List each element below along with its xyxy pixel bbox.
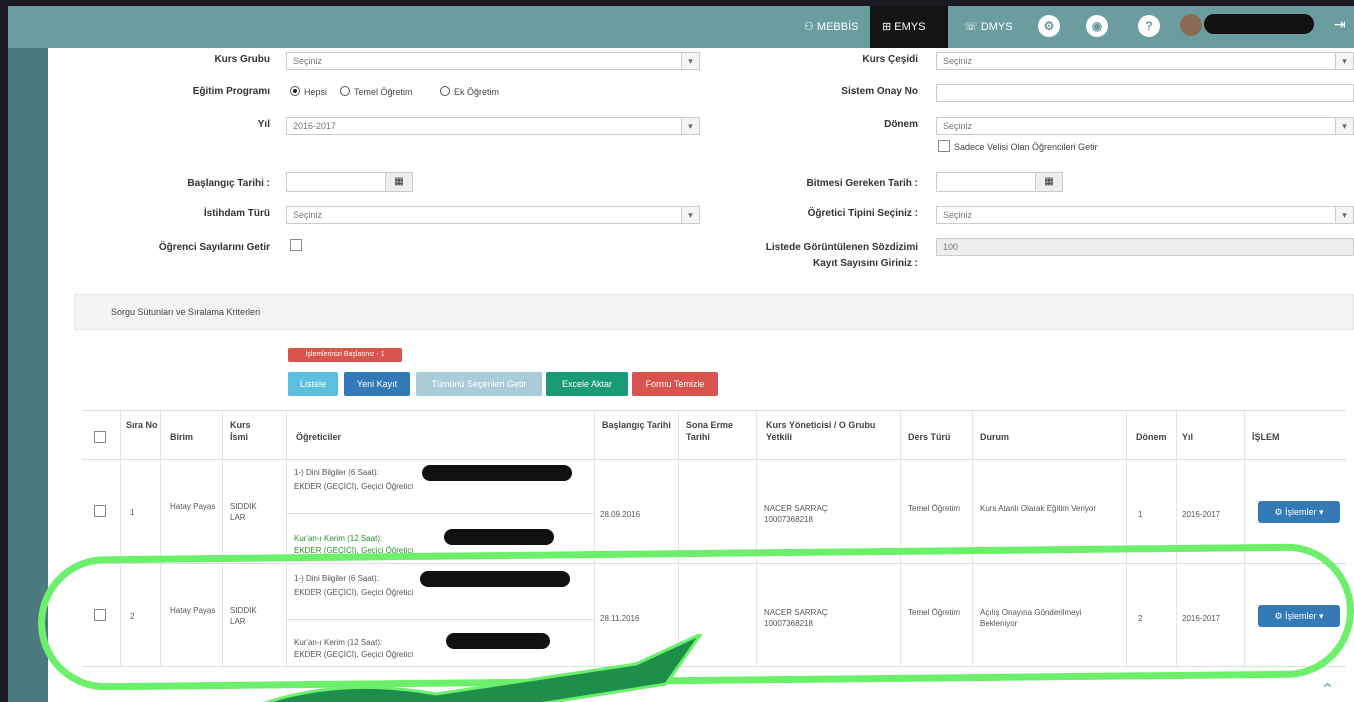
chevron-down-icon: ▾ — [681, 207, 699, 223]
listede-label-2: Kayıt Sayısını Giriniz : — [812, 258, 918, 269]
ogretici-tipi-label: Öğretici Tipini Seçiniz : — [807, 208, 918, 219]
sistem-onay-input[interactable] — [936, 84, 1354, 102]
sadece-veli-label: Sadece Velisi Olan Öğrencileri Getir — [954, 142, 1098, 152]
kurs-grubu-label: Kurs Grubu — [214, 54, 270, 65]
header-kurs-yoneticisi[interactable]: Kurs Yöneticisi / O Grubu Yetkili — [766, 419, 896, 443]
donem-label: Dönem — [884, 119, 918, 130]
kurs-cesidi-select[interactable]: Seçiniz ▾ — [936, 52, 1354, 70]
kurs-cesidi-label: Kurs Çeşidi — [862, 54, 918, 65]
kurs-grubu-select[interactable]: Seçiniz ▾ — [286, 52, 700, 70]
gear-icon: ⚙ — [1274, 507, 1286, 517]
egitim-programi-label: Eğitim Programı — [192, 86, 270, 97]
row-ders-turu: Temel Öğretim — [908, 504, 961, 513]
listede-label-1: Listede Görüntülenen Sözdizimi — [765, 242, 918, 253]
ogretici-tipi-select[interactable]: Seçiniz ▾ — [936, 206, 1354, 224]
header-baslangic-tarihi[interactable]: Başlangıç Tarihi — [602, 419, 672, 431]
row-yonetici: NACER SARRAÇ — [764, 504, 828, 513]
row-ogretici-1b: EKDER (GEÇİCİ), Geçici Öğretici — [294, 482, 414, 491]
row-checkbox[interactable] — [94, 505, 106, 517]
user-icon: ⚇ — [804, 21, 817, 33]
kayit-sayisi-input[interactable]: 100 — [936, 238, 1354, 256]
header-ogreticiler[interactable]: Öğreticiler — [296, 431, 341, 443]
row-baslangic: 28.09.2016 — [600, 510, 641, 519]
avatar[interactable] — [1180, 14, 1202, 36]
row-donem: 1 — [1138, 510, 1143, 519]
tab-mebbis[interactable]: ⚇ MEBBİS — [804, 6, 866, 48]
redacted-name — [422, 465, 572, 481]
istihdam-turu-label: İstihdam Türü — [203, 208, 270, 219]
radio-ek-ogretim-label: Ek Öğretim — [454, 87, 500, 97]
row-ogretici-1: 1-) Dini Bilgiler (6 Saat): — [294, 468, 379, 477]
row-yil: 2016-2017 — [1182, 510, 1221, 519]
scroll-top-icon[interactable]: ⌃ — [1320, 680, 1335, 701]
calendar-icon[interactable]: ▦ — [385, 172, 413, 192]
chevron-down-icon: ▾ — [1335, 207, 1353, 223]
select-all-checkbox[interactable] — [94, 431, 106, 443]
chevron-down-icon: ▾ — [681, 53, 699, 69]
excel-button[interactable]: Excele Aktar — [546, 372, 628, 396]
ogrenci-sayilari-label: Öğrenci Sayılarını Getir — [158, 242, 270, 253]
header-donem[interactable]: Dönem — [1136, 431, 1167, 443]
header-birim[interactable]: Birim — [170, 431, 193, 443]
bitmesi-tarihi-label: Bitmesi Gereken Tarih : — [806, 178, 918, 189]
temizle-button[interactable]: Formu Temizle — [632, 372, 718, 396]
username-redacted[interactable] — [1204, 14, 1314, 34]
redacted-name — [444, 529, 554, 545]
graduation-cap-icon: ⊞ — [882, 21, 895, 33]
sadece-veli-checkbox[interactable] — [938, 140, 950, 152]
yeni-kayit-button[interactable]: Yeni Kayıt — [344, 372, 410, 396]
tab-dmys[interactable]: ☏ DMYS — [964, 6, 1026, 48]
header-yil[interactable]: Yıl — [1182, 431, 1193, 443]
header-islem: İŞLEM — [1252, 432, 1280, 442]
notification-icon[interactable]: ◉ — [1086, 15, 1108, 37]
radio-temel-ogretim-label: Temel Öğretim — [354, 87, 413, 97]
baslangic-tarihi-label: Başlangıç Tarihi : — [187, 178, 270, 189]
radio-hepsi-label: Hepsi — [304, 87, 328, 97]
row-kurs: SIDDIK LAR — [230, 502, 257, 522]
header-sira-no[interactable]: Sıra No — [126, 419, 158, 431]
header-ders-turu[interactable]: Ders Türü — [908, 431, 951, 443]
sorgu-panel[interactable]: Sorgu Sütunları ve Sıralama Kriterleri — [74, 294, 1354, 330]
warning-badge: İşlemlerinizi Başlatınız - 1 — [288, 348, 402, 362]
header-durum[interactable]: Durum — [980, 431, 1009, 443]
ogrenci-sayilari-checkbox[interactable] — [290, 239, 302, 251]
header-kurs-ismi[interactable]: Kurs İsmi — [230, 419, 270, 443]
istihdam-turu-select[interactable]: Seçiniz ▾ — [286, 206, 700, 224]
tab-emys[interactable]: ⊞ EMYS — [870, 6, 948, 48]
row-no: 1 — [130, 508, 135, 517]
yil-select[interactable]: 2016-2017 ▾ — [286, 117, 700, 135]
tumunu-getir-button[interactable]: Tümünü Seçenleri Getir — [416, 372, 542, 396]
islemler-button[interactable]: ⚙ İşlemler ▾ — [1258, 501, 1340, 523]
chevron-down-icon: ▾ — [1335, 118, 1353, 134]
row-durum: Kurs Atanlı Olarak Eğitim Veriyor — [980, 504, 1097, 513]
donem-select[interactable]: Seçiniz ▾ — [936, 117, 1354, 135]
bitmesi-tarihi-input[interactable] — [936, 172, 1036, 192]
arrow-annotation — [262, 634, 703, 702]
row-ogretici-2: Kur'an-ı Kerim (12 Saat): — [294, 534, 383, 543]
sorgu-panel-label: Sorgu Sütunları ve Sıralama Kriterleri — [111, 307, 261, 317]
chevron-down-icon: ▾ — [1335, 53, 1353, 69]
yil-label: Yıl — [257, 119, 270, 130]
radio-ek-ogretim[interactable] — [440, 86, 450, 96]
baslangic-tarihi-input[interactable] — [286, 172, 386, 192]
row-yonetici-no: 10007368218 — [764, 515, 813, 524]
header-sona-erme-tarihi[interactable]: Sona Erme Tarihi — [686, 419, 750, 443]
radio-temel-ogretim[interactable] — [340, 86, 350, 96]
listele-button[interactable]: Listele — [288, 372, 338, 396]
sistem-onay-label: Sistem Onay No — [841, 86, 918, 97]
logout-icon[interactable]: ⇥ — [1334, 16, 1346, 33]
row-birim: Hatay Payas — [170, 502, 216, 511]
app-window: ⚇ MEBBİS ⊞ EMYS ☏ DMYS ⚙ ◉ ? ⇥ Kurs Grub… — [8, 6, 1354, 702]
chevron-down-icon: ▾ — [681, 118, 699, 134]
top-navbar: ⚇ MEBBİS ⊞ EMYS ☏ DMYS ⚙ ◉ ? ⇥ — [8, 6, 1354, 48]
phone-icon: ☏ — [964, 21, 981, 33]
calendar-icon[interactable]: ▦ — [1035, 172, 1063, 192]
radio-hepsi[interactable] — [290, 86, 300, 96]
help-icon[interactable]: ? — [1138, 15, 1160, 37]
settings-icon[interactable]: ⚙ — [1038, 15, 1060, 37]
